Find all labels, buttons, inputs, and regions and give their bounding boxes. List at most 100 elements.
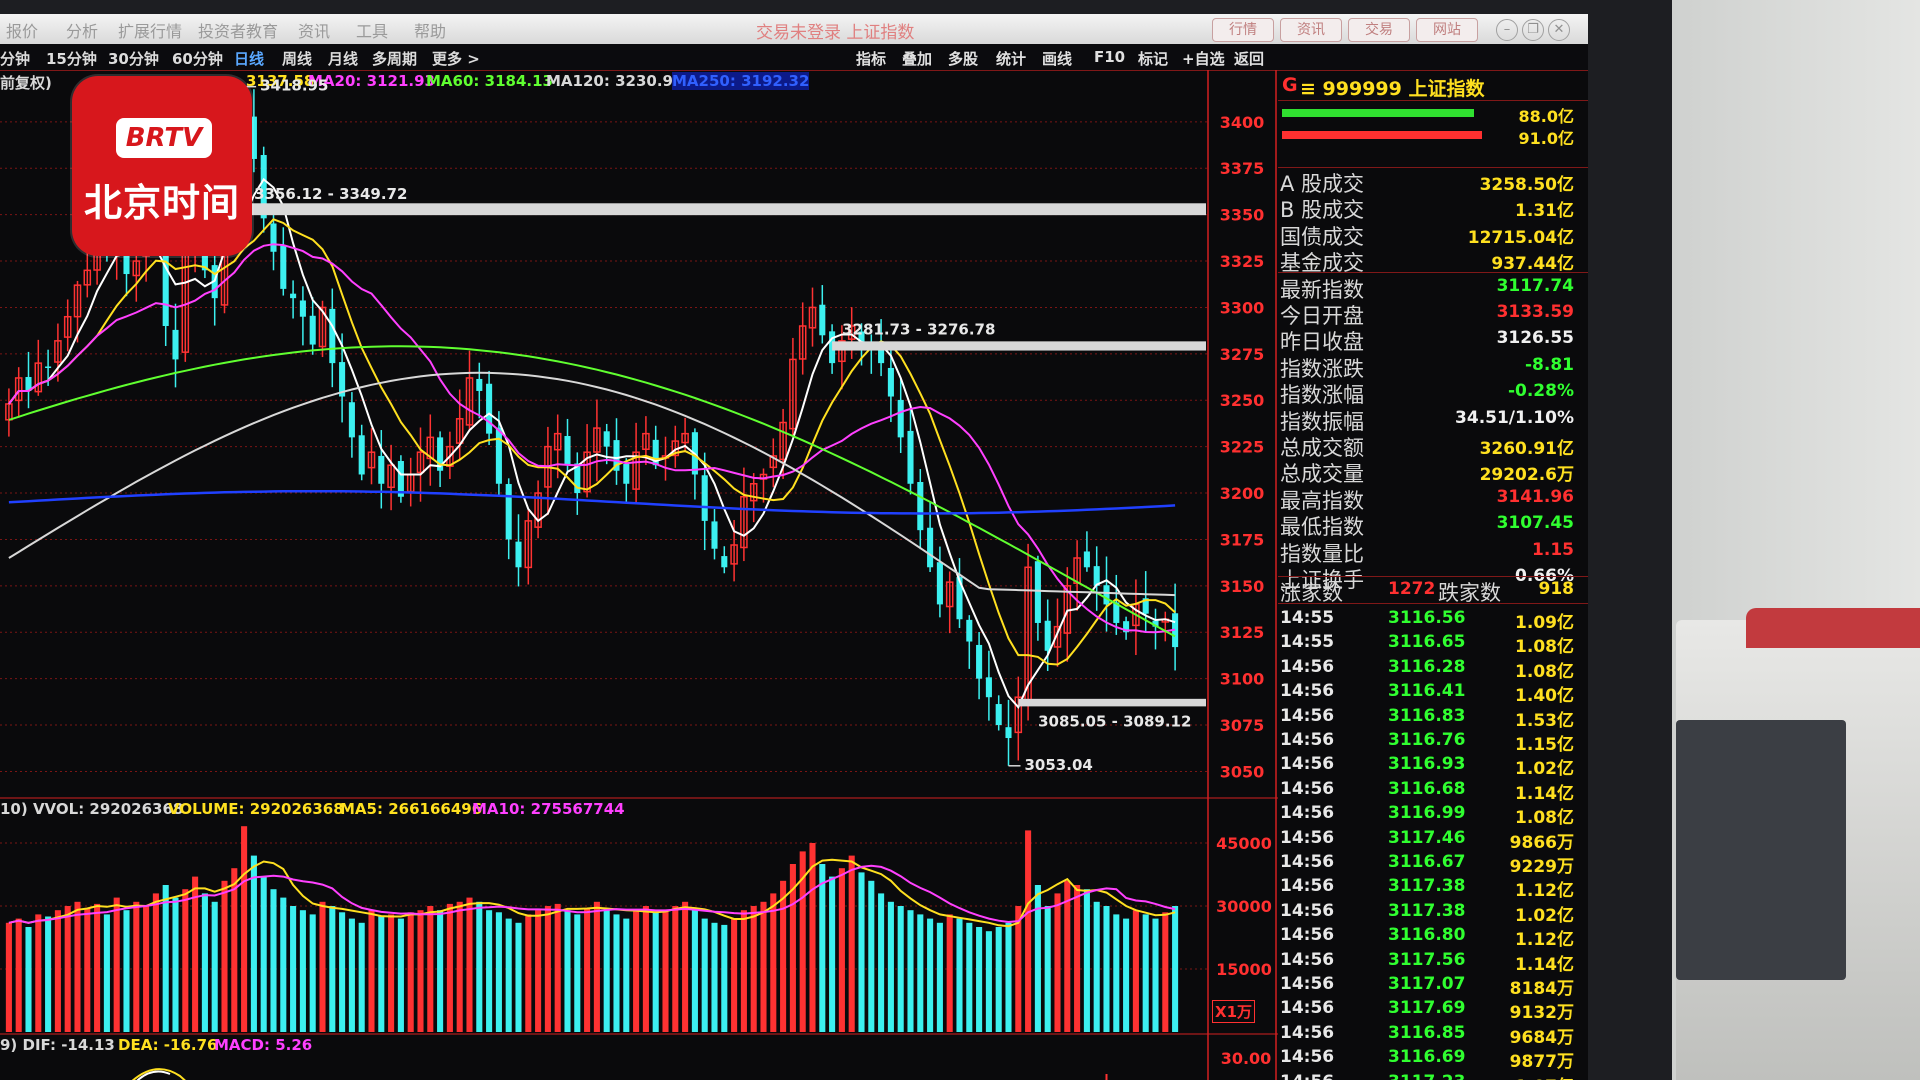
volume-bar xyxy=(721,924,728,1032)
volume-bar xyxy=(417,910,424,1032)
logo-name: 北京时间 xyxy=(83,181,240,225)
candle-body xyxy=(927,527,934,568)
candle-body xyxy=(172,329,179,360)
g-marker: G xyxy=(1282,74,1298,96)
ma10-line xyxy=(8,218,1176,666)
volume-bar xyxy=(956,918,963,1032)
candle-body xyxy=(299,300,306,317)
price-tick-label: 3350 xyxy=(1220,206,1265,225)
volume-bar xyxy=(966,922,973,1032)
tick-amount: 8184万 xyxy=(1509,979,1574,999)
tick-time: 14:56 xyxy=(1280,778,1335,799)
volume-bar xyxy=(113,897,120,1032)
buy-sell-bars: 88.0亿 91.0亿 xyxy=(1278,100,1588,168)
tick-amount: 1.12亿 xyxy=(1515,881,1574,902)
volume-bar xyxy=(780,880,787,1032)
volume-bar xyxy=(456,901,463,1032)
candle-body xyxy=(917,481,924,531)
tick-amount: 9132万 xyxy=(1509,1003,1574,1024)
tick-price: 3116.65 xyxy=(1388,632,1466,653)
tick-time: 14:56 xyxy=(1280,974,1335,994)
annotation-label: 3418.95 xyxy=(260,77,328,95)
volume-bar xyxy=(299,910,306,1032)
tick-time: 14:56 xyxy=(1280,1072,1334,1080)
stat-row: 指数振幅 34.51/1.10% xyxy=(1278,406,1588,434)
volume-bar xyxy=(15,918,22,1032)
stat-value: 3133.59 xyxy=(1496,302,1574,322)
stat-value: 12715.04亿 xyxy=(1467,227,1574,248)
tick-price: 3116.41 xyxy=(1388,681,1466,702)
tick-price: 3116.80 xyxy=(1388,925,1466,946)
bar-value-1: 88.0亿 xyxy=(1518,107,1574,126)
volume-bar xyxy=(1142,914,1149,1032)
price-tick-label: 3150 xyxy=(1220,577,1265,596)
tick-amount: 1.08亿 xyxy=(1515,808,1574,829)
volume-bar xyxy=(848,855,855,1032)
candle-body xyxy=(515,541,522,568)
stat-row: 指数涨跌 -8.81 xyxy=(1278,353,1588,381)
close-icon[interactable]: ✕ xyxy=(1548,19,1570,41)
tick-amount: 1.40亿 xyxy=(1515,686,1574,707)
volume-bar xyxy=(45,916,52,1032)
volume-bar xyxy=(642,906,649,1032)
candle-body xyxy=(966,619,973,642)
candle-body xyxy=(623,464,630,484)
volume-bar xyxy=(211,901,218,1032)
dea-value: DEA: -16.76 xyxy=(118,1036,218,1054)
minimize-icon[interactable]: – xyxy=(1496,19,1518,41)
tick-amount: 1.14亿 xyxy=(1515,954,1574,975)
tick-time: 14:56 xyxy=(1280,705,1335,726)
tick-row: 14:56 3116.67 9229万 xyxy=(1278,850,1588,877)
tick-time: 14:56 xyxy=(1280,925,1335,946)
candle-body xyxy=(711,521,718,549)
trade-button[interactable]: 交易 xyxy=(1348,18,1410,42)
volume-bar xyxy=(162,885,169,1032)
volume-bar xyxy=(985,931,992,1032)
tick-time: 14:55 xyxy=(1280,632,1335,653)
sell-bar-red xyxy=(1282,131,1482,139)
price-tick-label: 3325 xyxy=(1220,252,1265,271)
volume-bar xyxy=(564,910,571,1032)
volume-bar xyxy=(280,897,287,1032)
candle-body xyxy=(309,315,316,345)
candle-body xyxy=(1044,620,1051,651)
stat-row: 总成交量 29202.6万 xyxy=(1278,458,1588,486)
tick-price: 3117.07 xyxy=(1388,974,1466,994)
volume-bar xyxy=(309,914,316,1032)
volume-bar xyxy=(1132,910,1139,1032)
stat-value: 3117.74 xyxy=(1496,275,1574,296)
ma20-line xyxy=(8,243,1176,634)
volume-bar xyxy=(172,897,179,1032)
volume-bar xyxy=(515,922,522,1032)
up-count: 1272 xyxy=(1388,579,1436,599)
volume-unit: X1万 xyxy=(1212,1000,1256,1023)
candle-body xyxy=(270,223,277,252)
website-button[interactable]: 网站 xyxy=(1416,18,1478,42)
dif-value: 9) DIF: -14.13 xyxy=(0,1036,115,1054)
tick-amount: 1.15亿 xyxy=(1515,735,1574,755)
tick-row: 14:56 3117.56 1.14亿 xyxy=(1278,948,1588,975)
volume-bar xyxy=(103,914,110,1032)
volume-bar xyxy=(152,893,159,1032)
tick-time: 14:56 xyxy=(1280,852,1335,872)
tick-amount: 1.09亿 xyxy=(1515,613,1574,633)
stat-value: 1.31亿 xyxy=(1515,201,1574,222)
tick-price: 3117.38 xyxy=(1388,900,1466,921)
volume-bars xyxy=(5,826,1179,1032)
volume-bar xyxy=(535,910,542,1032)
price-tick-label: 3300 xyxy=(1220,298,1265,317)
candle-body xyxy=(1103,585,1110,605)
volume-bar xyxy=(1074,885,1081,1032)
candle-body xyxy=(1083,551,1090,568)
candle-body xyxy=(378,455,385,484)
candle-body xyxy=(476,378,483,391)
price-tick-label: 3200 xyxy=(1220,484,1265,503)
volume-bar xyxy=(260,876,267,1032)
tick-price: 3117.56 xyxy=(1388,949,1466,970)
volume-bar xyxy=(711,922,718,1032)
volume-bar xyxy=(868,880,875,1032)
news-button[interactable]: 资讯 xyxy=(1280,18,1342,42)
volume-bar xyxy=(819,864,826,1032)
volume-bar xyxy=(878,893,885,1032)
restore-icon[interactable]: ❐ xyxy=(1522,19,1544,41)
